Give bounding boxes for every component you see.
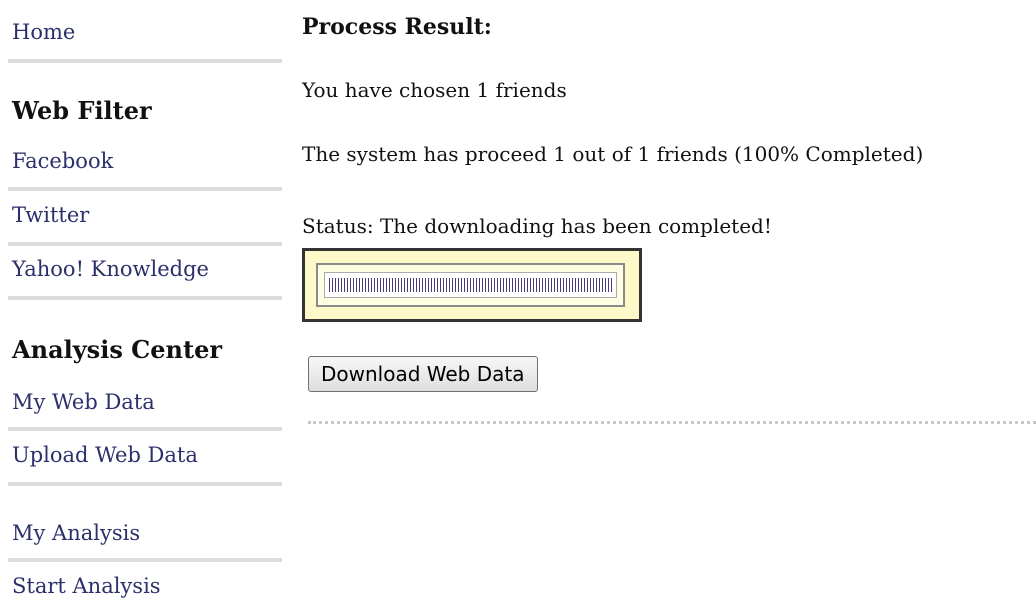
nav-my-web-data-link[interactable]: My Web Data (12, 390, 155, 414)
nav-upload-web-data-link[interactable]: Upload Web Data (12, 443, 198, 467)
dotted-divider (308, 421, 1036, 424)
main-content: Process Result: You have chosen 1 friend… (302, 0, 1036, 610)
progress-bar (302, 248, 642, 322)
nav-separator (8, 482, 282, 486)
nav-separator (8, 558, 282, 562)
download-web-data-button[interactable]: Download Web Data (308, 356, 538, 392)
status-text: Status: The downloading has been complet… (302, 214, 772, 238)
progress-bar-fill (329, 278, 612, 292)
nav-facebook-link[interactable]: Facebook (12, 149, 113, 173)
nav-separator (8, 187, 282, 191)
nav-home-link[interactable]: Home (12, 20, 75, 44)
progress-bar-track (324, 272, 617, 298)
nav-separator (8, 296, 282, 300)
nav-my-analysis-link[interactable]: My Analysis (12, 521, 140, 545)
nav-separator (8, 59, 282, 63)
nav-separator (8, 242, 282, 246)
page-title: Process Result: (302, 14, 492, 40)
section-title-web-filter: Web Filter (12, 96, 152, 125)
sidebar: Home Web Filter Facebook Twitter Yahoo! … (0, 0, 282, 610)
nav-yahoo-knowledge-link[interactable]: Yahoo! Knowledge (12, 257, 209, 281)
nav-start-analysis-link[interactable]: Start Analysis (12, 574, 161, 598)
progress-summary-text: The system has proceed 1 out of 1 friend… (302, 142, 924, 166)
progress-bar-frame (316, 263, 625, 307)
nav-twitter-link[interactable]: Twitter (12, 203, 89, 227)
chosen-friends-text: You have chosen 1 friends (302, 78, 567, 102)
section-title-analysis-center: Analysis Center (12, 335, 222, 364)
nav-separator (8, 427, 282, 431)
